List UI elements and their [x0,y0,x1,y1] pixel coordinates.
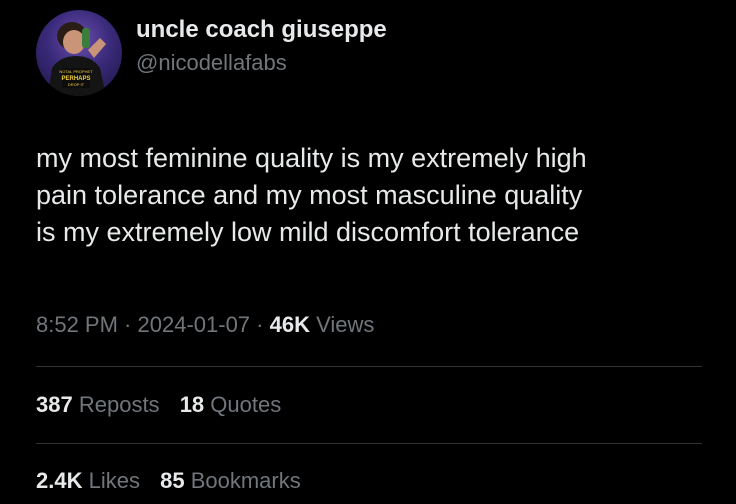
user-handle[interactable]: @nicodellafabs [136,50,287,76]
tweet-text: my most feminine quality is my extremely… [36,140,716,251]
reposts-count: 387 [36,392,73,417]
bookmarks-label: Bookmarks [190,468,301,493]
quotes-count: 18 [179,392,205,417]
divider [36,443,702,444]
tweet-date[interactable]: 2024-01-07 [138,312,251,337]
likes-count: 2.4K [36,468,83,493]
engagement-row-likes-bookmarks: 2.4K Likes 85 Bookmarks [36,468,315,494]
tweet-text-line: is my extremely low mild discomfort tole… [36,217,580,247]
bookmarks-stat[interactable]: 85 Bookmarks [160,468,301,494]
avatar-image: NOTAL PROPHET PERHAPS DROP IT [48,22,106,96]
avatar[interactable]: NOTAL PROPHET PERHAPS DROP IT [36,10,122,96]
meta-separator: · [117,312,138,337]
engagement-row-reposts-quotes: 387 Reposts 18 Quotes [36,392,295,418]
quotes-label: Quotes [210,392,282,417]
views-count: 46K [269,312,310,337]
divider [36,366,702,367]
avatar-shirt-top: NOTAL PROPHET [59,69,93,74]
tweet-text-line: my most feminine quality is my extremely… [36,143,587,173]
likes-stat[interactable]: 2.4K Likes [36,468,140,494]
avatar-shirt-bottom: DROP IT [68,82,85,87]
likes-label: Likes [88,468,140,493]
reposts-stat[interactable]: 387 Reposts [36,392,160,418]
tweet-text-line: pain tolerance and my most masculine qua… [36,180,583,210]
display-name[interactable]: uncle coach giuseppe [136,16,387,44]
tweet-meta: 8:52 PM · 2024-01-07 · 46K Views [36,312,374,338]
meta-separator: · [250,312,270,337]
tweet-time[interactable]: 8:52 PM [36,312,118,337]
quotes-stat[interactable]: 18 Quotes [180,392,282,418]
tweet-detail: NOTAL PROPHET PERHAPS DROP IT uncle coac… [0,0,736,504]
reposts-label: Reposts [78,392,160,417]
views-label: Views [316,312,375,337]
bookmarks-count: 85 [160,468,185,493]
